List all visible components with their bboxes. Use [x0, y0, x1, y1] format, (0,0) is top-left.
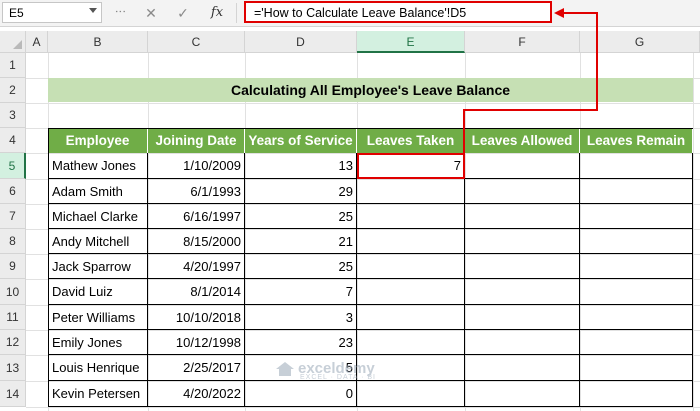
watermark-tagline: EXCEL · DATA · BI: [300, 374, 376, 381]
watermark-logo: exceldemy EXCEL · DATA · BI: [276, 360, 376, 381]
house-icon: [276, 362, 294, 376]
annotation-arrow: [463, 8, 598, 155]
